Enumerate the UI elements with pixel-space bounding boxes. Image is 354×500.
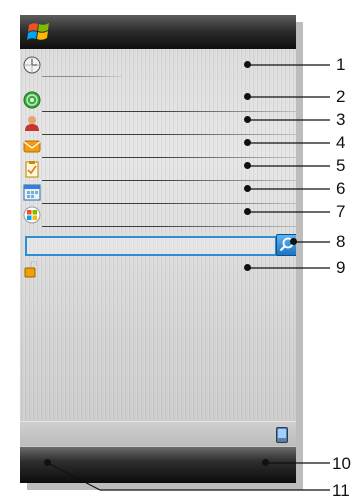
callout-label-11: 11: [332, 481, 350, 500]
callout-dot-3: [244, 116, 251, 123]
row-divider: [42, 134, 296, 135]
right-softkey[interactable]: [262, 459, 269, 466]
today-item-windows-live[interactable]: [20, 205, 296, 227]
callout-label-4: 4: [336, 133, 346, 152]
today-item-clock[interactable]: [20, 55, 296, 77]
row-divider: [42, 180, 296, 181]
callout-dot-7: [244, 208, 251, 215]
today-item-device-lock[interactable]: [20, 259, 296, 279]
today-item-wireless[interactable]: [20, 90, 296, 112]
today-screen: [20, 15, 296, 483]
padlock-icon: [24, 260, 38, 278]
callout-dot-4: [244, 139, 251, 146]
callout-dot-1: [244, 61, 251, 68]
left-softkey[interactable]: [44, 459, 51, 466]
row-divider: [42, 203, 296, 204]
search-input[interactable]: [25, 236, 277, 256]
row-divider: [42, 226, 296, 227]
callout-label-1: 1: [336, 55, 346, 74]
callout-label-9: 9: [336, 258, 346, 277]
device-status-icon[interactable]: [276, 427, 288, 443]
row-divider: [42, 76, 122, 77]
today-item-calendar[interactable]: [20, 182, 296, 204]
today-item-messaging[interactable]: [20, 136, 296, 158]
today-item-owner[interactable]: [20, 113, 296, 135]
windows-logo-icon: [23, 206, 41, 224]
callout-label-7: 7: [336, 202, 346, 221]
callout-dot-5: [244, 162, 251, 169]
callout-label-6: 6: [336, 179, 346, 198]
callout-label-5: 5: [336, 156, 346, 175]
callout-label-8: 8: [336, 232, 346, 251]
clock-icon: [23, 56, 41, 74]
title-bar: [20, 15, 296, 49]
envelope-icon: [23, 140, 41, 153]
contact-icon: [25, 116, 39, 131]
callout-label-3: 3: [336, 110, 346, 129]
row-divider: [42, 157, 296, 158]
callout-label-10: 10: [332, 454, 351, 473]
calendar-icon: [23, 184, 41, 201]
softkey-bar: [20, 447, 296, 483]
callout-dot-2: [244, 93, 251, 100]
wireless-icon: [23, 91, 41, 109]
windows-start-icon[interactable]: [26, 19, 52, 45]
tasks-icon: [25, 161, 39, 178]
today-item-tasks[interactable]: [20, 159, 296, 181]
callout-label-2: 2: [336, 87, 346, 106]
status-strip: [20, 421, 296, 446]
row-divider: [42, 111, 296, 112]
callout-dot-6: [244, 185, 251, 192]
callout-dot-9: [244, 264, 251, 271]
callout-dot-8: [290, 238, 297, 245]
